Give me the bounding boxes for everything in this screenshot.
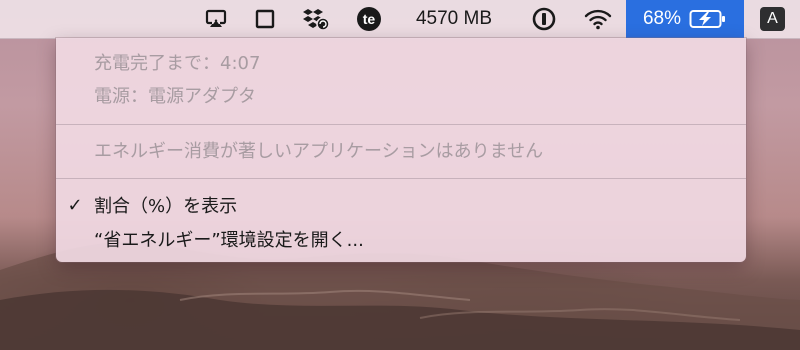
- svg-text:te: te: [363, 11, 376, 27]
- energy-usage-label: エネルギー消費が著しいアプリケーションはありません: [94, 141, 544, 162]
- battery-status-menu[interactable]: 68%: [626, 0, 744, 38]
- menu-separator: [56, 178, 746, 179]
- show-percent-label: 割合（%）を表示: [94, 196, 238, 217]
- checkmark-icon: ✓: [67, 194, 83, 216]
- dropbox-icon[interactable]: [298, 0, 334, 38]
- window-icon[interactable]: [250, 0, 280, 38]
- input-source-indicator[interactable]: A: [760, 7, 785, 31]
- airplay-icon[interactable]: [200, 0, 232, 38]
- battery-dropdown-menu: 充電完了まで：4:07 電源：電源アダプタ エネルギー消費が著しいアプリケーショ…: [56, 38, 746, 262]
- te-app-icon[interactable]: te: [352, 0, 386, 38]
- charge-time-label: 充電完了まで：4:07: [94, 53, 261, 74]
- battery-charging-icon: [689, 9, 727, 29]
- onepassword-icon[interactable]: [528, 0, 560, 38]
- menu-bar: te 4570 MB 68% A: [0, 0, 800, 39]
- charge-time-item: 充電完了まで：4:07: [56, 47, 746, 77]
- input-source-label: A: [767, 10, 778, 27]
- battery-percent-text: 68%: [642, 8, 682, 29]
- wifi-icon[interactable]: [580, 0, 616, 38]
- memory-status[interactable]: 4570 MB: [398, 0, 510, 38]
- open-energy-prefs-label: “省エネルギー”環境設定を開く...: [94, 230, 364, 251]
- memory-text: 4570 MB: [415, 8, 493, 29]
- energy-usage-item: エネルギー消費が著しいアプリケーションはありません: [56, 135, 746, 165]
- show-percent-item[interactable]: ✓ 割合（%）を表示: [56, 190, 746, 220]
- power-source-label: 電源：電源アダプタ: [94, 86, 256, 107]
- open-energy-prefs-item[interactable]: “省エネルギー”環境設定を開く...: [56, 224, 746, 254]
- power-source-item: 電源：電源アダプタ: [56, 80, 746, 110]
- menu-separator: [56, 124, 746, 125]
